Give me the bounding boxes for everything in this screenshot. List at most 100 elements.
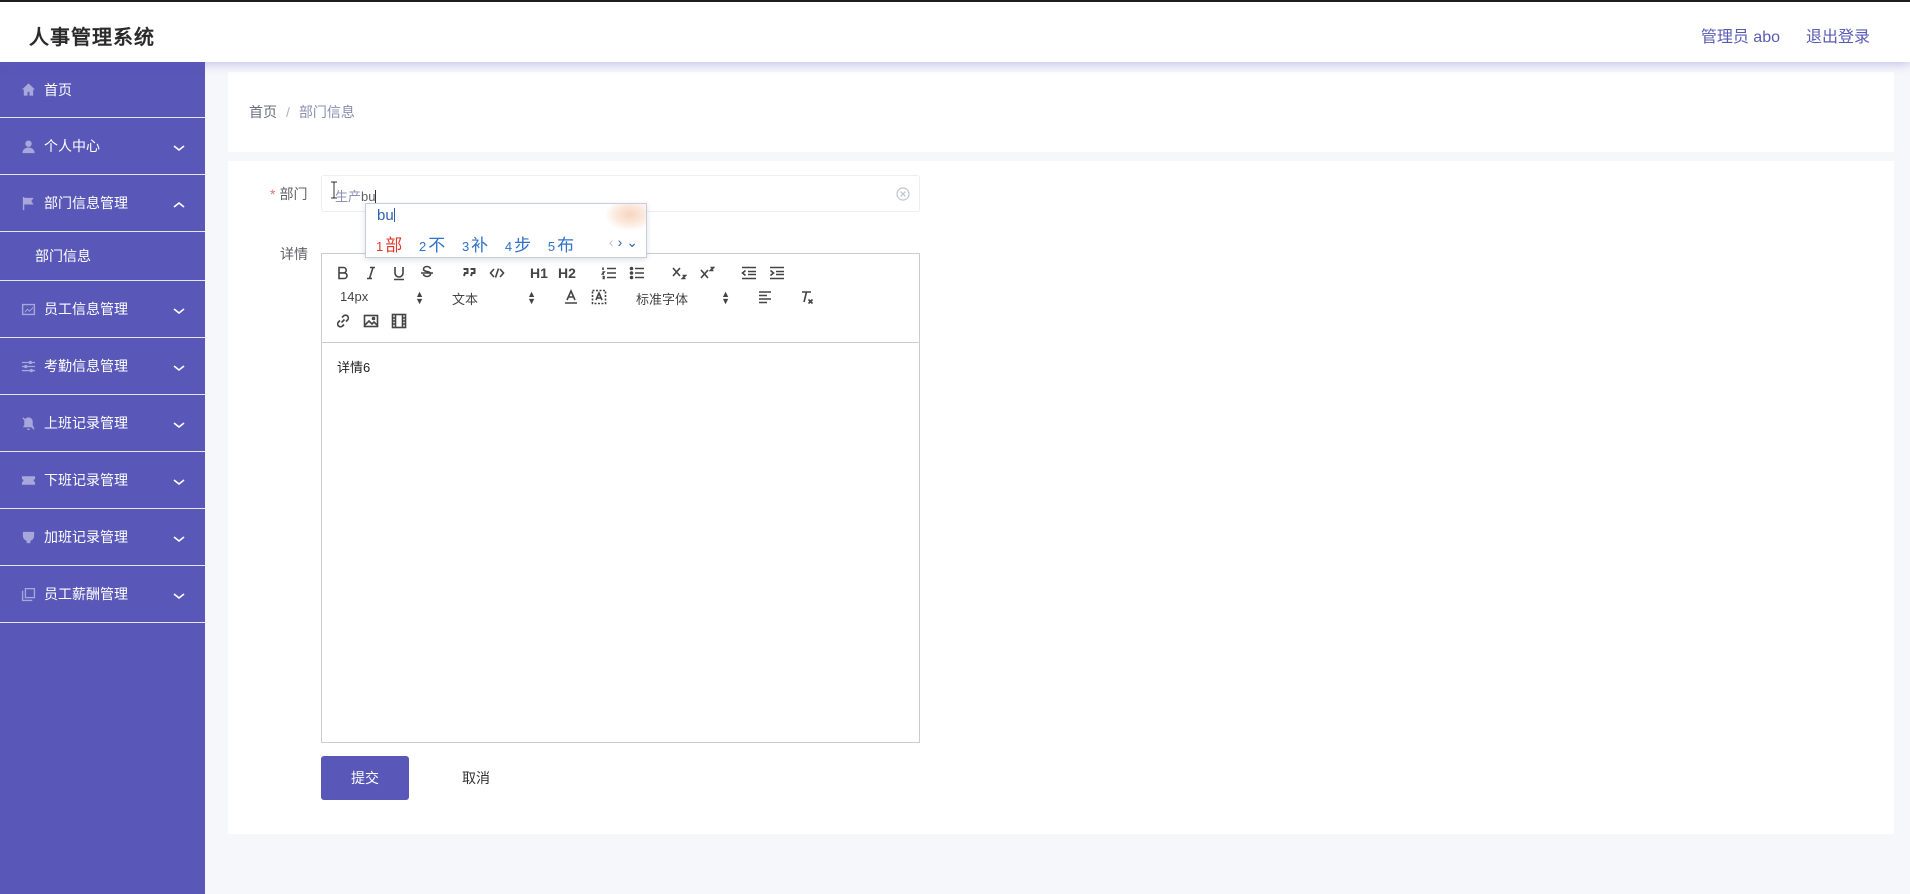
sidebar-item-overtime-records[interactable]: 加班记录管理 [0, 509, 205, 566]
code-block-icon[interactable] [488, 264, 506, 282]
ordered-list-icon[interactable] [600, 264, 618, 282]
sidebar-item-label: 加班记录管理 [44, 529, 128, 545]
ime-candidate-number: 4 [504, 239, 513, 254]
sidebar-item-label: 下班记录管理 [44, 472, 128, 488]
ime-candidate[interactable]: 3补 [462, 231, 488, 256]
ime-candidate-char: 补 [471, 236, 489, 255]
header-2-icon[interactable]: H2 [558, 264, 576, 282]
italic-icon[interactable] [362, 264, 380, 282]
chart-icon [20, 301, 36, 317]
ime-candidate[interactable]: 1部 [376, 231, 402, 256]
link-icon[interactable] [334, 312, 352, 330]
breadcrumb-current: 部门信息 [298, 104, 355, 120]
detail-label: 详情 [280, 246, 308, 262]
ime-prev-page-icon[interactable]: ‹ [609, 234, 614, 250]
cancel-button[interactable]: 取消 [441, 756, 511, 800]
ime-composition-text: bu [377, 207, 394, 224]
breadcrumb-home[interactable]: 首页 [249, 104, 277, 120]
sidebar-item-label: 员工信息管理 [44, 301, 128, 317]
ticket-icon [20, 472, 36, 488]
copy-icon [20, 586, 36, 602]
ime-next-page-icon[interactable]: › [618, 234, 623, 250]
logout-link[interactable]: 退出登录 [1806, 23, 1870, 47]
text-caret [375, 190, 377, 203]
current-user[interactable]: 管理员 abo [1701, 23, 1780, 47]
clear-format-icon[interactable] [798, 288, 816, 306]
editor-content[interactable]: 详情6 [337, 357, 370, 376]
ime-caret [393, 208, 395, 222]
ime-expand-icon[interactable]: ⌄ [626, 234, 638, 250]
sidebar-subitem-dept-info[interactable]: 部门信息 [0, 232, 205, 281]
ime-candidate-char: 布 [557, 236, 575, 255]
sidebar-item-home[interactable]: 首页 [0, 62, 205, 118]
editor-toolbar: H1 H2 14px ▲ ▼ 文本 ▲ ▼ 标准字体 ▲ ▼ [322, 254, 919, 343]
indent-icon[interactable] [768, 264, 786, 282]
underline-icon[interactable] [390, 264, 408, 282]
outdent-icon[interactable] [740, 264, 758, 282]
select-arrow-icon: ▲ ▼ [527, 289, 536, 306]
sidebar: 首页 个人中心 部门信息管理 部门信息 员工信息管理 考勤信息管理 上班记录管理… [0, 62, 205, 894]
ime-candidate-number: 3 [461, 239, 470, 254]
form-panel: *部门 生产bu bu 1部 2不 3补 4步 5布 ‹›⌄ 详情 H1 [228, 161, 1894, 834]
bold-icon[interactable] [334, 264, 352, 282]
blockquote-icon[interactable] [460, 264, 478, 282]
ime-page-nav: ‹ › ⌄ [605, 234, 638, 251]
header-select-value: 文本 [452, 292, 479, 307]
chevron-up-icon [173, 197, 185, 208]
align-left-icon[interactable] [756, 288, 774, 306]
sidebar-item-dept-management[interactable]: 部门信息管理 [0, 175, 205, 232]
sidebar-item-label: 考勤信息管理 [44, 358, 128, 374]
ime-candidate[interactable]: 2不 [419, 231, 445, 256]
user-icon [20, 138, 36, 154]
chevron-down-icon [173, 588, 185, 600]
sidebar-item-label: 部门信息管理 [44, 195, 128, 211]
sidebar-item-checkin-records[interactable]: 上班记录管理 [0, 395, 205, 452]
chevron-down-icon [173, 303, 185, 315]
sidebar-item-profile[interactable]: 个人中心 [0, 118, 205, 175]
background-color-icon[interactable] [590, 288, 608, 306]
breadcrumb: 首页 / 部门信息 [249, 102, 355, 122]
home-icon [20, 82, 36, 98]
ime-candidate[interactable]: 4步 [505, 231, 531, 256]
font-color-icon[interactable] [562, 288, 580, 306]
ime-candidate-char: 不 [428, 236, 446, 255]
font-size-select[interactable]: 14px ▲ ▼ [340, 289, 424, 309]
sidebar-item-attendance-management[interactable]: 考勤信息管理 [0, 338, 205, 395]
ime-composition: bu [377, 207, 395, 224]
dept-input-committed: 生产 [335, 189, 362, 204]
sidebar-item-checkout-records[interactable]: 下班记录管理 [0, 452, 205, 509]
breadcrumb-separator: / [286, 104, 290, 120]
strike-icon[interactable] [418, 264, 436, 282]
image-icon[interactable] [362, 312, 380, 330]
sidebar-item-label: 员工薪酬管理 [44, 586, 128, 602]
sliders-icon [20, 358, 36, 374]
chevron-down-icon [173, 417, 185, 429]
rich-text-editor: H1 H2 14px ▲ ▼ 文本 ▲ ▼ 标准字体 ▲ ▼ 详情6 [321, 253, 920, 743]
submit-button[interactable]: 提交 [321, 756, 409, 800]
sidebar-item-salary-management[interactable]: 员工薪酬管理 [0, 566, 205, 623]
breadcrumb-panel: 首页 / 部门信息 [228, 72, 1894, 152]
font-family-select[interactable]: 标准字体 ▲ ▼ [636, 289, 730, 309]
sidebar-item-label: 首页 [44, 81, 72, 98]
bell-off-icon [20, 415, 36, 431]
sidebar-item-employee-management[interactable]: 员工信息管理 [0, 281, 205, 338]
header-1-icon[interactable]: H1 [530, 264, 548, 282]
font-size-value: 14px [340, 289, 369, 304]
ime-candidate-char: 部 [385, 236, 403, 255]
ime-candidate-number: 1 [376, 239, 384, 254]
dept-label: * 部门 [270, 184, 307, 204]
header-2-label: H2 [558, 265, 576, 281]
flag-icon [20, 195, 36, 211]
ime-candidate-char: 步 [514, 236, 532, 255]
video-icon[interactable] [390, 312, 408, 330]
text-cursor-icon [331, 181, 337, 199]
sidebar-item-label: 个人中心 [44, 138, 100, 154]
required-mark: * [270, 186, 276, 202]
ime-candidate[interactable]: 5布 [548, 231, 574, 256]
clear-icon[interactable] [896, 187, 910, 201]
subscript-icon[interactable] [670, 264, 688, 282]
header-select[interactable]: 文本 ▲ ▼ [452, 289, 536, 309]
superscript-icon[interactable] [698, 264, 716, 282]
app-title: 人事管理系统 [29, 27, 155, 49]
bullet-list-icon[interactable] [628, 264, 646, 282]
